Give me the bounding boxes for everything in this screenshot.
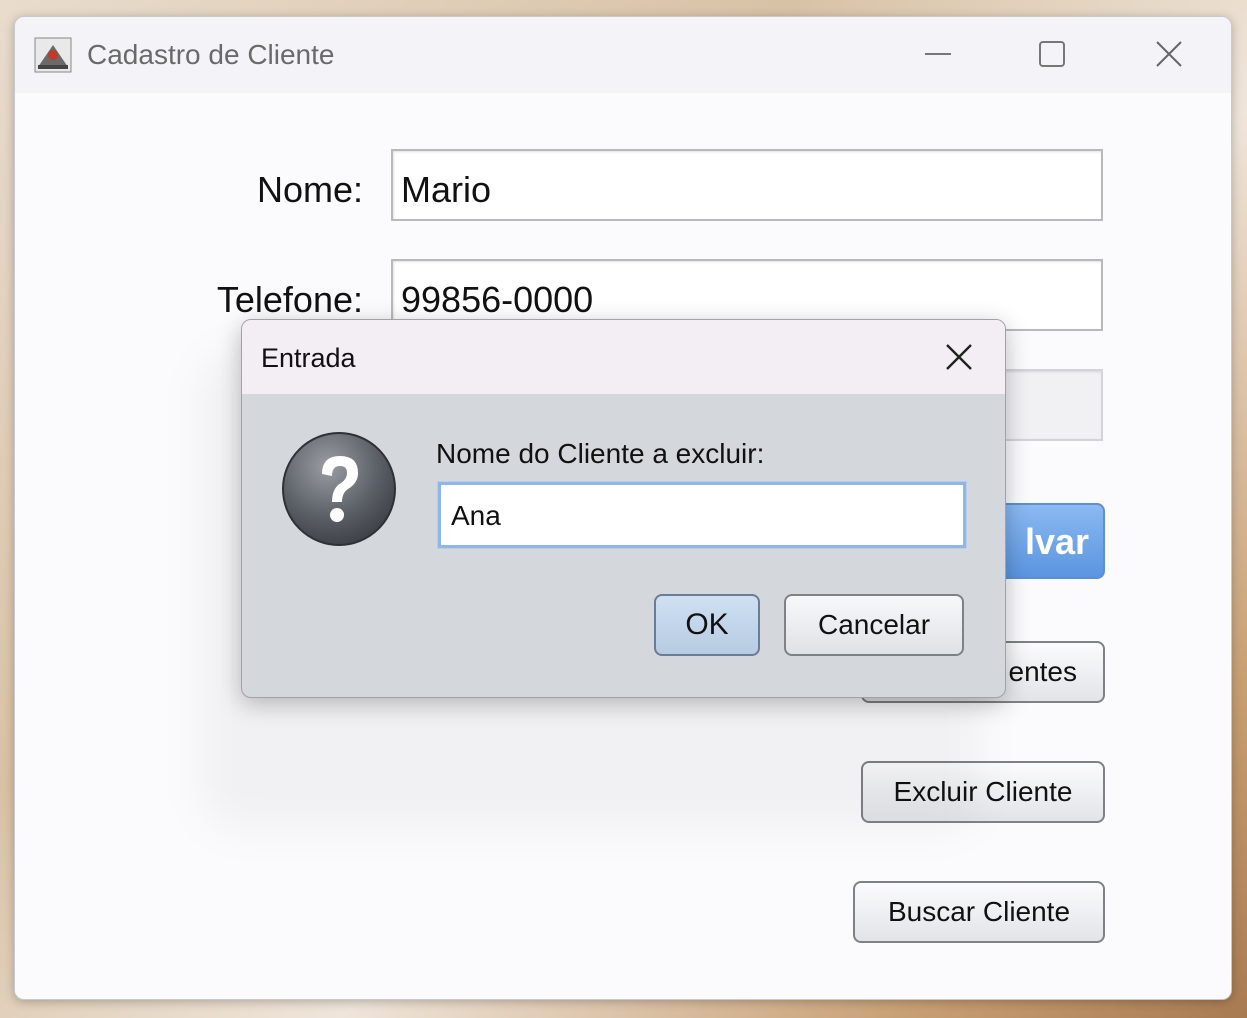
salvar-button-label: lvar	[1024, 521, 1089, 562]
minimize-icon	[925, 53, 951, 55]
dialog-close-button[interactable]	[927, 334, 991, 380]
dialog-title-bar[interactable]: Entrada	[242, 320, 1005, 394]
question-icon	[282, 432, 396, 546]
window-title: Cadastro de Cliente	[87, 39, 335, 70]
title-bar[interactable]: Cadastro de Cliente	[15, 17, 1231, 93]
dialog-title: Entrada	[261, 343, 356, 373]
java-app-icon	[34, 37, 72, 73]
dialog-prompt: Nome do Cliente a excluir:	[436, 438, 765, 469]
input-dialog: Entrada Nome do Cliente a excluir: Ana O…	[241, 319, 1006, 698]
nome-field[interactable]: Mario	[391, 149, 1103, 221]
maximize-icon	[1039, 41, 1065, 67]
cliente-nome-input[interactable]: Ana	[438, 482, 966, 548]
buscar-cliente-button[interactable]: Buscar Cliente	[853, 881, 1105, 943]
telefone-label: Telefone:	[216, 279, 363, 320]
cancel-button[interactable]: Cancelar	[784, 594, 964, 656]
listar-clientes-label: entes	[1008, 656, 1078, 687]
ok-button[interactable]: OK	[654, 594, 760, 656]
close-icon	[946, 344, 972, 370]
maximize-button[interactable]	[1022, 31, 1082, 77]
nome-label: Nome:	[256, 169, 363, 210]
salvar-button[interactable]: lvar	[991, 503, 1105, 579]
close-icon	[1156, 41, 1182, 67]
close-window-button[interactable]	[1139, 31, 1199, 77]
minimize-button[interactable]	[908, 31, 968, 77]
